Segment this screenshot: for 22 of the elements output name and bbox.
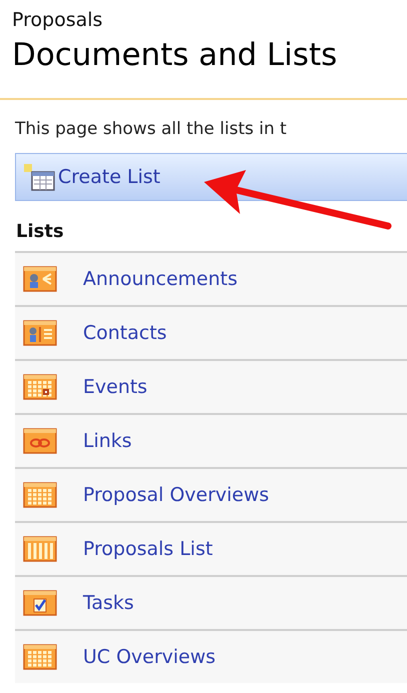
list-link[interactable]: Proposals List [83, 538, 213, 560]
list-link[interactable]: Tasks [83, 592, 134, 614]
contact-list-icon [23, 320, 57, 346]
new-list-icon [22, 162, 56, 192]
page-description: This page shows all the lists in t [15, 118, 288, 141]
list-link[interactable]: Contacts [83, 322, 167, 344]
announcement-list-icon [23, 266, 57, 292]
page-title: Documents and Lists [12, 36, 338, 75]
columns-list-icon [23, 536, 57, 562]
grid-list-icon [23, 644, 57, 670]
create-list-button[interactable]: Create List [22, 162, 160, 192]
list-link[interactable]: Announcements [83, 268, 238, 290]
task-list-icon [23, 590, 57, 616]
calendar-list-icon [23, 374, 57, 400]
link-list-icon [23, 428, 57, 454]
list-link[interactable]: Proposal Overviews [83, 484, 270, 506]
list-link[interactable]: Events [83, 376, 148, 398]
grid-list-icon [23, 482, 57, 508]
section-heading: Lists [16, 221, 65, 243]
breadcrumb: Proposals [12, 8, 104, 33]
list-link[interactable]: Links [83, 430, 132, 452]
list-link[interactable]: UC Overviews [83, 646, 216, 668]
